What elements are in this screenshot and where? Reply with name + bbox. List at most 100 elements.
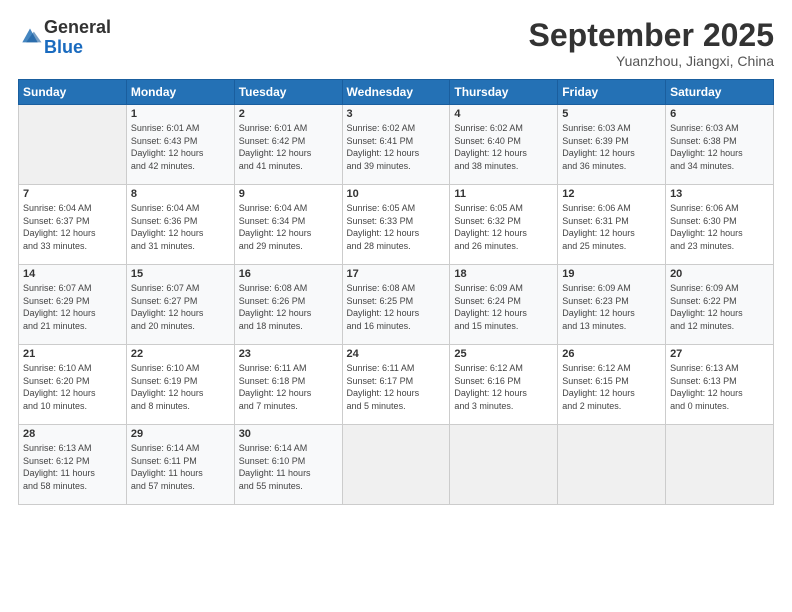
day-number: 11 — [454, 188, 553, 200]
calendar-cell: 18 Sunrise: 6:09 AM Sunset: 6:24 PM Dayli… — [450, 265, 558, 345]
calendar-cell: 24 Sunrise: 6:11 AM Sunset: 6:17 PM Dayli… — [342, 345, 450, 425]
day-number: 16 — [239, 268, 338, 280]
day-number: 24 — [347, 348, 446, 360]
day-number: 17 — [347, 268, 446, 280]
day-info: Sunrise: 6:12 AM Sunset: 6:15 PM Dayligh… — [562, 362, 661, 412]
day-number: 21 — [23, 348, 122, 360]
day-info: Sunrise: 6:14 AM Sunset: 6:10 PM Dayligh… — [239, 442, 338, 492]
calendar-cell: 28Sunrise: 6:13 AM Sunset: 6:12 PM Dayli… — [19, 425, 127, 505]
calendar-cell: 23 Sunrise: 6:11 AM Sunset: 6:18 PM Dayli… — [234, 345, 342, 425]
header: General Blue September 2025 Yuanzhou, Ji… — [18, 18, 774, 69]
calendar-cell — [19, 105, 127, 185]
calendar-cell: 27Sunrise: 6:13 AM Sunset: 6:13 PM Dayli… — [666, 345, 774, 425]
week-row-3: 21 Sunrise: 6:10 AM Sunset: 6:20 PM Dayli… — [19, 345, 774, 425]
day-info: Sunrise: 6:02 AM Sunset: 6:40 PM Dayligh… — [454, 122, 553, 172]
month-title: September 2025 — [529, 18, 774, 53]
day-info: Sunrise: 6:05 AM Sunset: 6:33 PM Dayligh… — [347, 202, 446, 252]
col-tuesday: Tuesday — [234, 80, 342, 105]
day-number: 13 — [670, 188, 769, 200]
calendar-cell: 6 Sunrise: 6:03 AM Sunset: 6:38 PM Daylig… — [666, 105, 774, 185]
day-info: Sunrise: 6:02 AM Sunset: 6:41 PM Dayligh… — [347, 122, 446, 172]
calendar-cell: 25 Sunrise: 6:12 AM Sunset: 6:16 PM Dayli… — [450, 345, 558, 425]
day-number: 14 — [23, 268, 122, 280]
day-info: Sunrise: 6:14 AM Sunset: 6:11 PM Dayligh… — [131, 442, 230, 492]
calendar-cell: 1 Sunrise: 6:01 AM Sunset: 6:43 PM Daylig… — [126, 105, 234, 185]
col-thursday: Thursday — [450, 80, 558, 105]
calendar-cell: 10 Sunrise: 6:05 AM Sunset: 6:33 PM Dayli… — [342, 185, 450, 265]
day-info: Sunrise: 6:08 AM Sunset: 6:26 PM Dayligh… — [239, 282, 338, 332]
calendar-cell: 4 Sunrise: 6:02 AM Sunset: 6:40 PM Daylig… — [450, 105, 558, 185]
day-info: Sunrise: 6:13 AM Sunset: 6:12 PM Dayligh… — [23, 442, 122, 492]
calendar-cell — [342, 425, 450, 505]
calendar-cell: 9Sunrise: 6:04 AM Sunset: 6:34 PM Daylig… — [234, 185, 342, 265]
calendar-cell: 5Sunrise: 6:03 AM Sunset: 6:39 PM Daylig… — [558, 105, 666, 185]
day-info: Sunrise: 6:08 AM Sunset: 6:25 PM Dayligh… — [347, 282, 446, 332]
day-number: 2 — [239, 108, 338, 120]
calendar-cell: 15 Sunrise: 6:07 AM Sunset: 6:27 PM Dayli… — [126, 265, 234, 345]
day-info: Sunrise: 6:11 AM Sunset: 6:18 PM Dayligh… — [239, 362, 338, 412]
calendar-cell: 26Sunrise: 6:12 AM Sunset: 6:15 PM Dayli… — [558, 345, 666, 425]
day-number: 7 — [23, 188, 122, 200]
week-row-4: 28Sunrise: 6:13 AM Sunset: 6:12 PM Dayli… — [19, 425, 774, 505]
calendar-cell: 13Sunrise: 6:06 AM Sunset: 6:30 PM Dayli… — [666, 185, 774, 265]
calendar-cell: 21 Sunrise: 6:10 AM Sunset: 6:20 PM Dayli… — [19, 345, 127, 425]
day-info: Sunrise: 6:07 AM Sunset: 6:27 PM Dayligh… — [131, 282, 230, 332]
day-number: 8 — [131, 188, 230, 200]
day-info: Sunrise: 6:07 AM Sunset: 6:29 PM Dayligh… — [23, 282, 122, 332]
day-number: 29 — [131, 428, 230, 440]
col-friday: Friday — [558, 80, 666, 105]
day-number: 9 — [239, 188, 338, 200]
calendar-cell: 2 Sunrise: 6:01 AM Sunset: 6:42 PM Daylig… — [234, 105, 342, 185]
day-number: 25 — [454, 348, 553, 360]
day-number: 23 — [239, 348, 338, 360]
calendar-cell — [666, 425, 774, 505]
day-number: 20 — [670, 268, 769, 280]
calendar-cell: 8 Sunrise: 6:04 AM Sunset: 6:36 PM Daylig… — [126, 185, 234, 265]
day-number: 15 — [131, 268, 230, 280]
col-sunday: Sunday — [19, 80, 127, 105]
week-row-1: 7 Sunrise: 6:04 AM Sunset: 6:37 PM Daylig… — [19, 185, 774, 265]
calendar-cell: 19 Sunrise: 6:09 AM Sunset: 6:23 PM Dayli… — [558, 265, 666, 345]
day-info: Sunrise: 6:05 AM Sunset: 6:32 PM Dayligh… — [454, 202, 553, 252]
calendar-cell: 16 Sunrise: 6:08 AM Sunset: 6:26 PM Dayli… — [234, 265, 342, 345]
day-info: Sunrise: 6:09 AM Sunset: 6:24 PM Dayligh… — [454, 282, 553, 332]
day-info: Sunrise: 6:04 AM Sunset: 6:37 PM Dayligh… — [23, 202, 122, 252]
day-info: Sunrise: 6:10 AM Sunset: 6:19 PM Dayligh… — [131, 362, 230, 412]
day-number: 12 — [562, 188, 661, 200]
day-info: Sunrise: 6:09 AM Sunset: 6:23 PM Dayligh… — [562, 282, 661, 332]
day-info: Sunrise: 6:12 AM Sunset: 6:16 PM Dayligh… — [454, 362, 553, 412]
logo-blue: Blue — [44, 37, 83, 57]
week-row-0: 1 Sunrise: 6:01 AM Sunset: 6:43 PM Daylig… — [19, 105, 774, 185]
day-number: 19 — [562, 268, 661, 280]
day-info: Sunrise: 6:03 AM Sunset: 6:38 PM Dayligh… — [670, 122, 769, 172]
subtitle: Yuanzhou, Jiangxi, China — [529, 53, 774, 69]
day-number: 4 — [454, 108, 553, 120]
calendar-cell: 30 Sunrise: 6:14 AM Sunset: 6:10 PM Dayli… — [234, 425, 342, 505]
day-number: 18 — [454, 268, 553, 280]
calendar-cell: 12 Sunrise: 6:06 AM Sunset: 6:31 PM Dayli… — [558, 185, 666, 265]
title-block: September 2025 Yuanzhou, Jiangxi, China — [529, 18, 774, 69]
calendar-cell: 17 Sunrise: 6:08 AM Sunset: 6:25 PM Dayli… — [342, 265, 450, 345]
day-info: Sunrise: 6:04 AM Sunset: 6:36 PM Dayligh… — [131, 202, 230, 252]
week-row-2: 14 Sunrise: 6:07 AM Sunset: 6:29 PM Dayli… — [19, 265, 774, 345]
day-info: Sunrise: 6:11 AM Sunset: 6:17 PM Dayligh… — [347, 362, 446, 412]
day-number: 30 — [239, 428, 338, 440]
calendar-cell: 22 Sunrise: 6:10 AM Sunset: 6:19 PM Dayli… — [126, 345, 234, 425]
day-number: 27 — [670, 348, 769, 360]
col-wednesday: Wednesday — [342, 80, 450, 105]
day-number: 6 — [670, 108, 769, 120]
col-saturday: Saturday — [666, 80, 774, 105]
day-number: 10 — [347, 188, 446, 200]
day-info: Sunrise: 6:01 AM Sunset: 6:42 PM Dayligh… — [239, 122, 338, 172]
day-info: Sunrise: 6:10 AM Sunset: 6:20 PM Dayligh… — [23, 362, 122, 412]
calendar-cell: 3Sunrise: 6:02 AM Sunset: 6:41 PM Daylig… — [342, 105, 450, 185]
page: General Blue September 2025 Yuanzhou, Ji… — [0, 0, 792, 612]
logo-icon — [18, 27, 42, 47]
logo: General Blue — [18, 18, 111, 58]
day-info: Sunrise: 6:06 AM Sunset: 6:31 PM Dayligh… — [562, 202, 661, 252]
calendar-cell: 29 Sunrise: 6:14 AM Sunset: 6:11 PM Dayli… — [126, 425, 234, 505]
day-number: 1 — [131, 108, 230, 120]
calendar-cell — [558, 425, 666, 505]
day-number: 22 — [131, 348, 230, 360]
day-info: Sunrise: 6:01 AM Sunset: 6:43 PM Dayligh… — [131, 122, 230, 172]
